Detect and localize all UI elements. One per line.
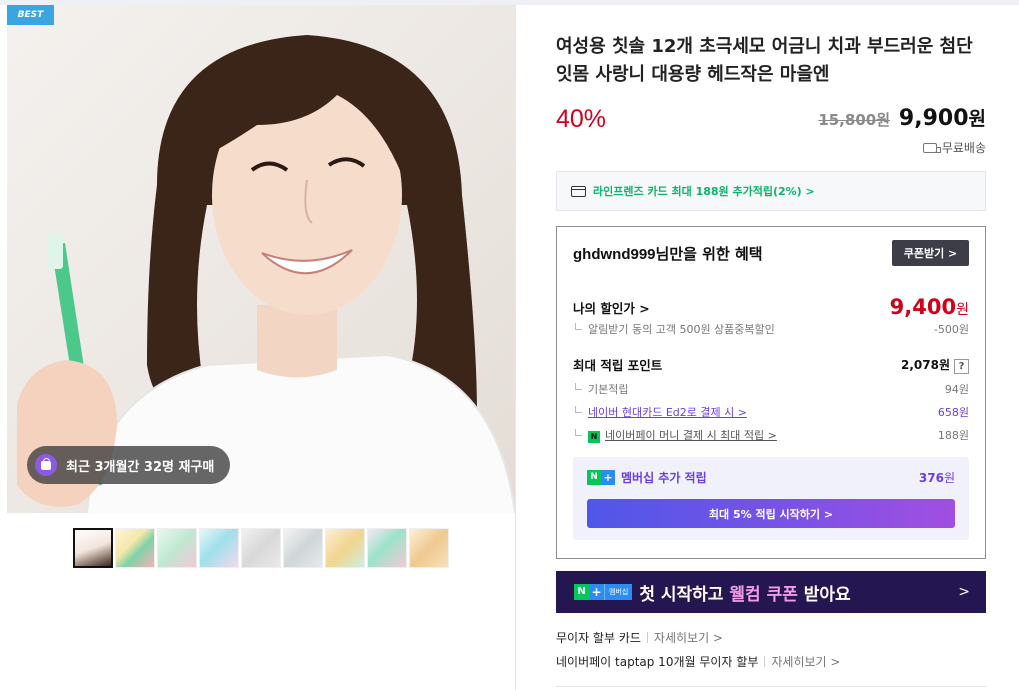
- installment-label: 무이자 할부 카드: [556, 631, 641, 645]
- basic-points-value: 94원: [944, 383, 969, 396]
- banner-text: 첫 시작하고 웰컴 쿠폰 받아요: [639, 584, 851, 605]
- npay-points-link[interactable]: 네이버페이 머니 결제 시 최대 적립 >: [605, 429, 777, 442]
- divider: [556, 686, 986, 687]
- membership-label: N + 멤버십 추가 적립: [587, 469, 707, 486]
- max-points-value: 2,078원: [901, 357, 950, 372]
- my-price-sub-value: -500원: [933, 323, 969, 336]
- max-points-row: 최대 적립 포인트 2,078원?: [573, 355, 969, 374]
- tree-branch-icon: [575, 406, 582, 413]
- membership-box: N + 멤버십 추가 적립 376원 최대 5% 적립 시작하기 >: [573, 457, 969, 540]
- membership-welcome-banner[interactable]: N + 멤버십 첫 시작하고 웰컴 쿠폰 받아요 >: [556, 571, 986, 613]
- thumbnail[interactable]: [241, 528, 281, 568]
- thumbnail[interactable]: [367, 528, 407, 568]
- membership-tag: 멤버십: [604, 584, 633, 600]
- thumbnail[interactable]: [73, 528, 113, 568]
- thumbnail[interactable]: [115, 528, 155, 568]
- shipping-text: 무료배송: [941, 141, 986, 155]
- divider: [646, 632, 648, 643]
- card-promo-text: 라인프렌즈 카드 최대 188원 추가적립(2%) >: [593, 185, 815, 198]
- chevron-right-icon: >: [958, 584, 970, 600]
- membership-label-text: 멤버십 추가 적립: [621, 471, 707, 485]
- membership-start-button[interactable]: 최대 5% 적립 시작하기 >: [587, 499, 955, 528]
- sale-price: 9,900원: [899, 104, 986, 131]
- my-price: 9,400원: [890, 295, 969, 319]
- banner-highlight: 웰컴 쿠폰: [729, 584, 798, 605]
- card-points-link[interactable]: 네이버 현대카드 Ed2로 결제 시 >: [588, 406, 747, 419]
- best-badge: BEST: [7, 5, 54, 25]
- my-price-row: 나의 할인가 > 9,400원: [573, 295, 969, 319]
- repurchase-badge: 최근 3개월간 32명 재구매: [27, 446, 231, 484]
- tree-branch-icon: [575, 323, 582, 330]
- npay-points-value: 188원: [937, 429, 969, 442]
- divider: [764, 656, 766, 667]
- membership-points-number: 376: [918, 471, 944, 485]
- my-price-number: 9,400: [889, 295, 957, 319]
- sale-price-unit: 원: [968, 108, 986, 130]
- installment-row: 무이자 할부 카드 자세히보기 >: [556, 629, 723, 646]
- tree-branch-icon: [575, 383, 582, 390]
- card-points-row: 네이버 현대카드 Ed2로 결제 시 > 658원: [573, 404, 969, 420]
- discount-rate: 40%: [556, 105, 607, 133]
- naver-plus-icon: N +: [587, 470, 615, 485]
- thumbnail[interactable]: [283, 528, 323, 568]
- basic-points-row: 기본적립 94원: [573, 381, 969, 397]
- repurchase-text: 최근 3개월간 32명 재구매: [66, 459, 215, 475]
- coupon-button[interactable]: 쿠폰받기 >: [892, 240, 969, 266]
- installment-label: 네이버페이 taptap 10개월 무이자 할부: [556, 655, 759, 669]
- shipping-info: 무료배송: [922, 139, 986, 156]
- installment-more-link[interactable]: 자세히보기 >: [654, 629, 723, 646]
- my-price-sub-row: 알림받기 동의 고객 500원 상품중복할인 -500원: [573, 321, 969, 337]
- thumbnail-strip: [73, 528, 451, 568]
- npay-icon: N: [588, 431, 600, 443]
- my-price-sub-label: 알림받기 동의 고객 500원 상품중복할인: [588, 323, 775, 336]
- max-points-label: 최대 적립 포인트: [573, 358, 663, 373]
- credit-card-icon: [571, 185, 586, 197]
- user-nickname: ghdwnd999: [573, 246, 656, 263]
- naver-plus-membership-icon: N + 멤버십: [574, 584, 633, 600]
- npay-points-row: N 네이버페이 머니 결제 시 최대 적립 > 188원: [573, 427, 969, 443]
- member-benefit-box: ghdwnd999님만을 위한 혜택 쿠폰받기 > 나의 할인가 > 9,400…: [556, 226, 986, 559]
- product-main-image[interactable]: BEST 최근 3개월간 32명 재구매: [7, 5, 515, 513]
- card-points-value: 658원: [937, 406, 969, 419]
- image-panel: BEST 최근 3개월간 32명 재구매: [7, 5, 516, 690]
- help-icon[interactable]: ?: [954, 358, 969, 374]
- basic-points-label: 기본적립: [588, 383, 629, 396]
- membership-points: 376원: [919, 469, 955, 486]
- benefit-header-suffix: 님만을 위한 혜택: [655, 245, 763, 263]
- product-title: 여성용 칫솔 12개 초극세모 어금니 치과 부드러운 첨단 잇몸 사랑니 대용…: [556, 36, 973, 85]
- product-page: BEST 최근 3개월간 32명 재구매 여성용 칫솔 12개 초극세모 어금니…: [0, 0, 1019, 690]
- installment-more-link[interactable]: 자세히보기 >: [771, 653, 840, 670]
- original-price: 15,800원: [818, 111, 890, 129]
- thumbnail[interactable]: [199, 528, 239, 568]
- benefit-header: ghdwnd999님만을 위한 혜택: [573, 243, 763, 264]
- membership-points-unit: 원: [943, 471, 955, 485]
- card-promo-bar[interactable]: 라인프렌즈 카드 최대 188원 추가적립(2%) >: [556, 171, 986, 211]
- thumbnail[interactable]: [325, 528, 365, 568]
- tree-branch-icon: [575, 429, 582, 436]
- truck-icon: [922, 142, 941, 153]
- installment-row: 네이버페이 taptap 10개월 무이자 할부 자세히보기 >: [556, 653, 840, 670]
- thumbnail[interactable]: [157, 528, 197, 568]
- model-photo: [17, 35, 515, 513]
- my-price-unit: 원: [956, 302, 969, 318]
- sale-price-number: 9,900: [898, 106, 969, 131]
- my-price-label[interactable]: 나의 할인가 >: [573, 298, 650, 317]
- shopping-bag-icon: [35, 454, 57, 476]
- thumbnail[interactable]: [409, 528, 449, 568]
